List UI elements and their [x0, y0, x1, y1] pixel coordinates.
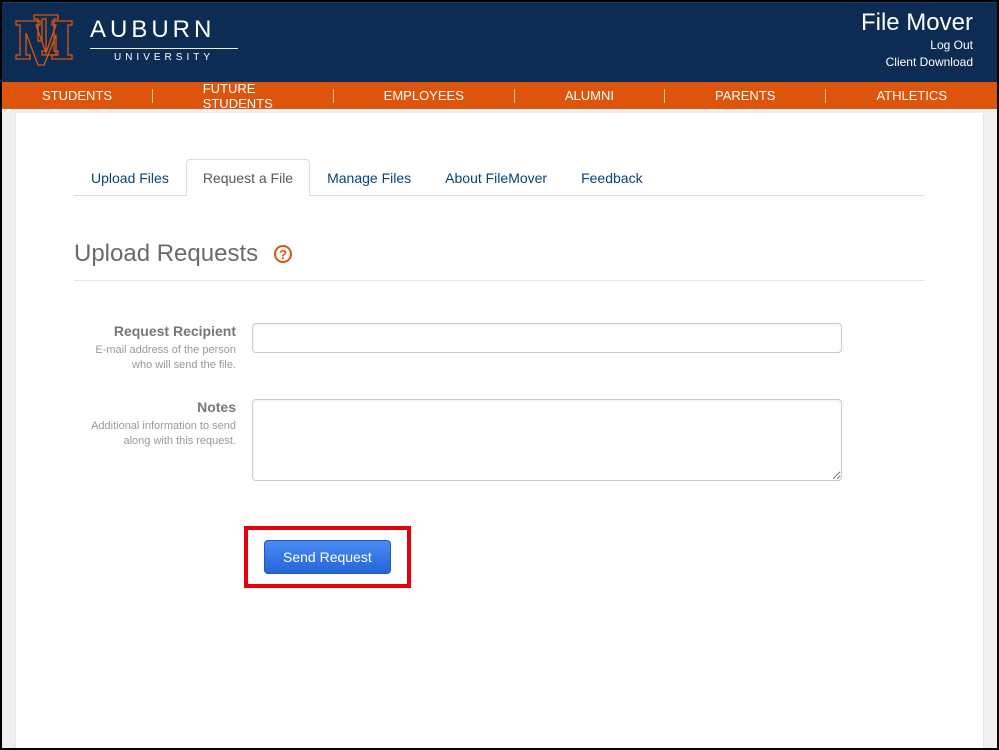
wordmark-top: AUBURN — [90, 16, 238, 44]
recipient-label: Request Recipient — [74, 323, 236, 339]
notes-help: Additional information to send along wit… — [74, 419, 236, 449]
tab-bar: Upload Files Request a File Manage Files… — [74, 159, 925, 196]
logout-link[interactable]: Log Out — [861, 37, 973, 54]
nav-item-future-students[interactable]: FUTURE STUDENTS — [152, 82, 333, 109]
nav-item-athletics[interactable]: ATHLETICS — [825, 82, 997, 109]
wordmark: AUBURN UNIVERSITY — [90, 16, 238, 63]
nav-item-employees[interactable]: EMPLOYEES — [333, 82, 514, 109]
auburn-logo-icon — [14, 11, 78, 67]
tab-manage-files[interactable]: Manage Files — [310, 159, 428, 196]
wordmark-bottom: UNIVERSITY — [90, 52, 238, 63]
content-card: Upload Files Request a File Manage Files… — [16, 113, 983, 748]
recipient-help: E-mail address of the person who will se… — [74, 343, 236, 373]
help-icon[interactable]: ? — [274, 245, 292, 263]
notes-label: Notes — [74, 399, 236, 415]
tab-upload-files[interactable]: Upload Files — [74, 159, 186, 196]
client-download-link[interactable]: Client Download — [861, 54, 973, 71]
nav-item-alumni[interactable]: ALUMNI — [514, 82, 664, 109]
send-request-highlight: Send Request — [244, 526, 411, 588]
recipient-input[interactable] — [252, 323, 842, 353]
logo-block: AUBURN UNIVERSITY — [14, 11, 238, 67]
tab-feedback[interactable]: Feedback — [564, 159, 659, 196]
header: AUBURN UNIVERSITY File Mover Log Out Cli… — [2, 2, 997, 82]
tab-about-filemover[interactable]: About FileMover — [428, 159, 564, 196]
nav-item-parents[interactable]: PARENTS — [664, 82, 825, 109]
request-form: Request Recipient E-mail address of the … — [74, 323, 925, 588]
tab-request-a-file[interactable]: Request a File — [186, 159, 310, 196]
primary-nav: STUDENTS FUTURE STUDENTS EMPLOYEES ALUMN… — [2, 82, 997, 109]
notes-textarea[interactable] — [252, 399, 842, 481]
send-request-button[interactable]: Send Request — [264, 540, 391, 574]
header-right: File Mover Log Out Client Download — [861, 9, 973, 71]
section-title: Upload Requests — [74, 240, 258, 268]
section-title-row: Upload Requests ? — [74, 240, 925, 281]
nav-item-students[interactable]: STUDENTS — [2, 82, 152, 109]
page-body: Upload Files Request a File Manage Files… — [2, 109, 997, 748]
app-title: File Mover — [861, 9, 973, 37]
wordmark-divider — [90, 48, 238, 49]
